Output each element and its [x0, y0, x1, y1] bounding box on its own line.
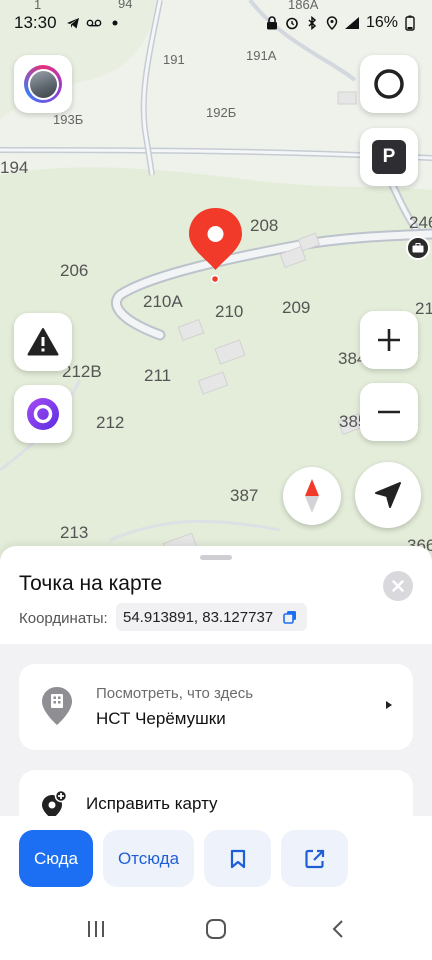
coordinates-label: Координаты: [19, 610, 108, 627]
sheet-header: Точка на карте Координаты: 54.913891, 83… [0, 546, 432, 644]
house-number: 191А [246, 48, 277, 63]
alice-ring-icon [374, 69, 404, 99]
whats-here-card[interactable]: Посмотреть, что здесь НСТ Черёмушки [19, 664, 413, 750]
close-button[interactable] [383, 571, 413, 601]
alice-ring-button[interactable] [360, 55, 418, 113]
house-number: 208 [250, 216, 279, 235]
home-button[interactable] [196, 916, 236, 942]
home-icon [206, 919, 226, 939]
house-number: 213 [60, 523, 89, 542]
plus-icon [378, 329, 400, 351]
alarm-icon [284, 15, 300, 31]
house-number: 246 [409, 213, 432, 232]
building-pin-icon [42, 687, 72, 725]
share-icon [304, 849, 324, 868]
recent-apps-button[interactable] [76, 916, 116, 942]
share-button[interactable] [281, 830, 348, 887]
sheet-grabber[interactable] [200, 555, 232, 560]
recent-apps-icon [88, 921, 104, 937]
selected-point-pin[interactable] [187, 206, 244, 272]
road-alert-button[interactable] [14, 313, 72, 371]
location-icon [324, 15, 340, 31]
action-bar: Сюда Отсюда [0, 816, 432, 896]
telegram-icon [65, 15, 81, 31]
briefcase-icon [412, 243, 424, 253]
house-number: 387 [230, 486, 259, 505]
copy-icon [283, 611, 297, 624]
route-to-here-button[interactable]: Сюда [19, 830, 93, 887]
house-number: 210 [215, 302, 244, 321]
minus-icon [378, 410, 400, 414]
close-icon [392, 580, 404, 592]
house-number: 194 [0, 158, 29, 177]
battery-icon [402, 15, 418, 31]
warning-icon [27, 328, 59, 356]
status-bar: 13:30 16% [0, 0, 432, 46]
house-number: 192Б [206, 105, 237, 120]
map-pin-icon [189, 208, 242, 270]
compass-button[interactable] [283, 467, 341, 525]
chevron-right-icon [386, 701, 392, 709]
sheet-title: Точка на карте [19, 572, 163, 595]
zoom-out-button[interactable] [360, 383, 418, 441]
fix-map-label: Исправить карту [86, 794, 218, 813]
back-icon [332, 920, 343, 938]
parking-icon: P [372, 140, 406, 174]
house-number: 211 [144, 366, 172, 385]
status-time: 13:30 [14, 13, 57, 32]
house-number: 21 [415, 299, 432, 318]
house-number: 210А [143, 292, 183, 311]
zoom-in-button[interactable] [360, 311, 418, 369]
system-nav-bar [0, 896, 432, 960]
coordinates-value: 54.913891, 83.127737 [123, 608, 274, 626]
house-number: 212 [96, 413, 125, 432]
signal-icon [344, 15, 360, 31]
voicemail-icon [86, 15, 102, 31]
my-location-button[interactable] [355, 462, 421, 528]
profile-button[interactable] [14, 55, 72, 113]
briefcase-marker[interactable] [406, 236, 430, 260]
alice-icon [27, 398, 59, 430]
place-name: НСТ Черёмушки [96, 709, 226, 728]
house-number: 209 [282, 298, 311, 317]
bookmark-button[interactable] [204, 830, 271, 887]
house-number: 206 [60, 261, 89, 280]
coordinates-chip[interactable]: 54.913891, 83.127737 [116, 603, 308, 631]
navigation-arrow-icon [375, 482, 401, 508]
whats-here-subtitle: Посмотреть, что здесь [96, 685, 254, 702]
avatar [24, 65, 62, 103]
bookmark-icon [230, 849, 245, 868]
parking-button[interactable]: P [360, 128, 418, 186]
battery-percent: 16% [365, 14, 398, 31]
house-number: 191 [163, 52, 185, 67]
alice-assistant-button[interactable] [14, 385, 72, 443]
lock-icon [264, 15, 280, 31]
house-number: 193Б [53, 112, 84, 127]
back-button[interactable] [318, 916, 358, 942]
route-from-here-button[interactable]: Отсюда [103, 830, 194, 887]
dot-icon [107, 15, 123, 31]
bluetooth-icon [304, 15, 320, 31]
compass-icon [305, 479, 319, 513]
